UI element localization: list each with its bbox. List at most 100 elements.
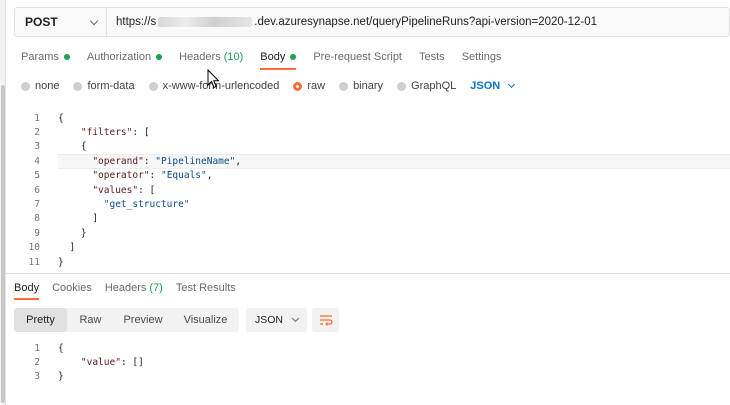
side-scrollbar[interactable] [0,0,6,405]
tab-label: Body [14,282,40,294]
line-number: 6 [34,184,40,196]
radio-none[interactable]: none [21,80,59,92]
wrap-lines-icon [319,315,333,326]
radio-label: binary [353,80,384,92]
tab-pre-request-script[interactable]: Pre-request Script [313,45,402,69]
url-suffix: .dev.azuresynapse.net/queryPipelineRuns?… [254,16,598,28]
radio-button-icon [397,81,407,91]
tab-settings[interactable]: Settings [462,45,502,69]
tab-label: Authorization [86,51,152,63]
tab-headers[interactable]: Headers (10) [179,45,243,69]
radio-label: form-data [87,80,135,92]
radio-form-data[interactable]: form-data [73,80,135,92]
code-text: "operator": "Equals", [92,170,213,182]
line-number: 2 [34,357,40,369]
code-line: 5 "operator": "Equals", [14,169,730,183]
side-scrollbar-thumb[interactable] [1,85,5,403]
code-text: } [58,371,64,383]
response-body-viewer[interactable]: 1{2 "value": [] 3} [14,341,730,384]
radio-label: raw [307,80,326,92]
tab-body[interactable]: Body [260,45,297,70]
request-bar: POST https://s .dev.azuresynapse.net/que… [14,7,730,37]
radio-button-icon [148,81,158,91]
body-type-options: none form-data x-www-form-urlencoded raw bin… [21,78,516,94]
status-dot-icon [290,54,297,60]
line-number: 1 [34,112,40,124]
tab-tests[interactable]: Tests [419,45,445,69]
view-preview-button[interactable]: Preview [114,308,172,332]
url-input[interactable]: https://s .dev.azuresynapse.net/queryPip… [107,16,597,28]
radio-raw[interactable]: raw [293,80,325,92]
view-visualize-button[interactable]: Visualize [172,308,239,332]
code-line: 8 ] [14,212,730,226]
code-text: { [58,112,64,124]
chevron-down-icon [291,314,300,323]
status-dot-icon [156,54,163,60]
code-text: } [58,227,87,239]
code-line: 2 "filters": [ [14,125,730,139]
code-text: "get_structure" [103,199,190,211]
pane-divider[interactable] [6,273,730,274]
radio-label: none [35,80,60,92]
response-view-mode: Pretty Raw Preview Visualize [14,308,239,332]
tab-authorization[interactable]: Authorization [86,45,163,69]
line-number: 2 [34,127,40,139]
code-text: ] [58,242,76,254]
line-number: 10 [28,242,40,254]
response-tabs: Body Cookies Headers (7) Test Results [14,279,249,300]
tab-label: Params [21,51,59,63]
tab-label: Body [260,51,286,63]
radio-binary[interactable]: binary [339,80,383,92]
tab-count: (7) [149,282,163,294]
body-language-select[interactable]: JSON [470,80,516,92]
method-select[interactable]: POST [15,8,107,36]
status-dot-icon [63,54,70,60]
view-raw-button[interactable]: Raw [67,308,114,332]
mouse-cursor-icon [207,69,220,89]
code-line: 9 } [14,226,730,240]
response-tab-test-results[interactable]: Test Results [176,279,236,297]
response-format-label: JSON [254,314,283,326]
request-tabs: Params Authorization Headers (10) Body Pre-re… [21,45,518,70]
radio-button-icon [73,81,83,91]
line-number: 11 [28,256,40,268]
code-line: 1{ [14,341,730,355]
tab-count: (10) [223,51,244,63]
code-line: 11} [14,255,730,269]
response-tab-body[interactable]: Body [14,279,40,300]
radio-button-icon [339,81,349,91]
line-number: 1 [34,342,40,354]
radio-label: GraphQL [411,80,457,92]
line-number: 5 [34,170,40,182]
radio-button-icon [293,81,303,91]
radio-button-icon [21,81,30,91]
code-line: 3} [14,370,730,384]
code-text: ] [58,213,99,225]
view-pretty-button[interactable]: Pretty [14,308,67,332]
code-line: 7 "get_structure" [14,197,730,211]
tab-params[interactable]: Params [21,45,70,69]
tab-label: Tests [419,51,445,63]
response-tab-cookies[interactable]: Cookies [52,279,92,297]
line-number: 3 [34,371,40,383]
code-line: 1{ [14,111,730,125]
wrap-lines-button[interactable] [312,308,339,332]
tab-label: Headers [179,51,221,63]
line-number: 7 [34,199,40,211]
radio-graphql[interactable]: GraphQL [397,80,456,92]
line-number: 4 [34,155,40,167]
line-number: 9 [34,227,40,239]
redacted-url-segment [158,17,253,27]
code-line: 10 ] [14,241,730,255]
code-text: } [58,256,64,268]
request-body-editor[interactable]: 1{2 "filters": [3 {4 "operand": "Pipelin… [14,111,730,269]
code-line: 2 "value": [] [14,355,730,369]
code-text: { [58,141,87,153]
response-format-select[interactable]: JSON [246,308,307,332]
code-text: "operand": "PipelineName", [92,155,242,167]
code-line: 4 "operand": "PipelineName", [14,154,730,168]
tab-label: Headers [104,282,147,294]
line-number: 8 [34,213,40,225]
response-tab-headers[interactable]: Headers (7) [105,279,163,297]
code-text: "filters": [ [80,127,150,139]
